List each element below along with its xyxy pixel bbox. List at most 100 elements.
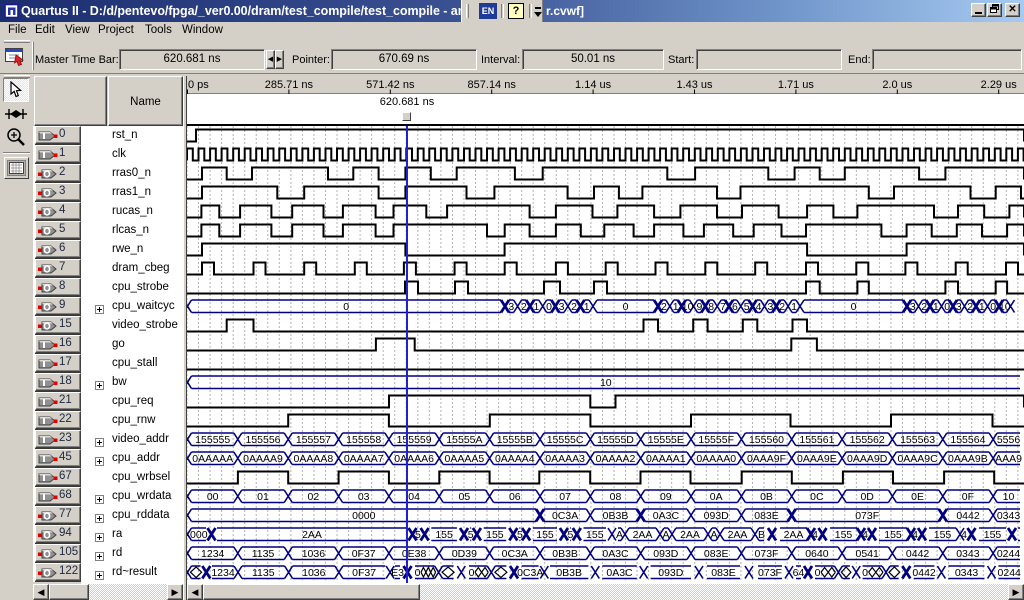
svg-text:2.29 us: 2.29 us [981, 79, 1018, 91]
svg-text:0AAAA8: 0AAAA8 [294, 453, 334, 465]
svg-text:4: 4 [912, 529, 918, 541]
svg-text:0AAAAA: 0AAAAA [192, 453, 233, 465]
svg-text:4: 4 [756, 301, 762, 313]
svg-text:0AAAA0: 0AAAA0 [696, 453, 736, 465]
svg-text:0: 0 [415, 567, 421, 579]
svg-text:155: 155 [586, 529, 604, 541]
svg-text:0541: 0541 [856, 548, 880, 560]
svg-text:A: A [616, 529, 623, 541]
svg-text:A: A [710, 529, 717, 541]
svg-text:0AAAA6: 0AAAA6 [394, 453, 434, 465]
svg-text:A: A [662, 529, 669, 541]
svg-text:1234: 1234 [211, 567, 235, 579]
svg-text:285.71 ns: 285.71 ns [265, 79, 314, 91]
svg-text:155560: 155560 [749, 434, 784, 446]
svg-text:093D: 093D [653, 548, 679, 560]
svg-text:073F: 073F [758, 567, 782, 579]
svg-text:0AAAA3: 0AAAA3 [545, 453, 585, 465]
svg-text:15555E: 15555E [648, 434, 684, 446]
svg-text:0: 0 [623, 301, 629, 313]
svg-text:09: 09 [660, 491, 672, 503]
svg-text:1: 1 [791, 301, 797, 313]
svg-text:0B: 0B [760, 491, 773, 503]
svg-text:155: 155 [835, 529, 853, 541]
svg-text:0442: 0442 [912, 567, 936, 579]
svg-text:0AAAA5: 0AAAA5 [445, 453, 485, 465]
svg-text:06: 06 [509, 491, 521, 503]
svg-text:857.14 ns: 857.14 ns [468, 79, 517, 91]
svg-text:0F: 0F [962, 491, 974, 503]
svg-text:10: 10 [1003, 491, 1015, 503]
svg-text:0: 0 [815, 567, 821, 579]
svg-text:AAA9: AAA9 [995, 453, 1022, 465]
svg-text:05: 05 [459, 491, 471, 503]
svg-text:10: 10 [999, 301, 1011, 313]
svg-text:083E: 083E [711, 567, 736, 579]
svg-text:0343: 0343 [956, 548, 980, 560]
svg-text:03: 03 [358, 491, 370, 503]
svg-text:083E: 083E [704, 548, 729, 560]
svg-text:571.42 ns: 571.42 ns [366, 79, 415, 91]
svg-text:093D: 093D [704, 510, 730, 522]
svg-text:0 ps: 0 ps [188, 79, 209, 91]
svg-text:5: 5 [744, 301, 750, 313]
svg-text:155: 155 [934, 529, 952, 541]
svg-text:0D: 0D [860, 491, 874, 503]
svg-text:5556: 5556 [997, 434, 1021, 446]
svg-text:15555B: 15555B [497, 434, 533, 446]
svg-text:155564: 155564 [950, 434, 985, 446]
svg-text:073F: 073F [755, 548, 779, 560]
svg-text:0AAAA4: 0AAAA4 [495, 453, 535, 465]
svg-text:3: 3 [767, 301, 773, 313]
svg-text:10: 10 [600, 377, 612, 389]
svg-text:1036: 1036 [302, 567, 326, 579]
svg-text:0343: 0343 [997, 510, 1021, 522]
svg-text:2: 2 [779, 301, 785, 313]
svg-text:0640: 0640 [805, 548, 829, 560]
svg-text:0A3C: 0A3C [606, 567, 633, 579]
svg-text:3: 3 [559, 301, 565, 313]
svg-text:1.14 us: 1.14 us [575, 79, 612, 91]
svg-text:155: 155 [435, 529, 453, 541]
svg-text:0: 0 [469, 567, 475, 579]
svg-text:2: 2 [521, 301, 527, 313]
svg-text:155: 155 [984, 529, 1002, 541]
svg-text:2: 2 [661, 301, 667, 313]
svg-text:2: 2 [967, 301, 973, 313]
svg-text:0F37: 0F37 [352, 548, 376, 560]
svg-text:3: 3 [508, 301, 514, 313]
svg-text:2.0 us: 2.0 us [882, 79, 912, 91]
svg-text:0: 0 [343, 301, 349, 313]
svg-text:083E: 083E [754, 510, 779, 522]
svg-text:15555D: 15555D [597, 434, 634, 446]
svg-text:155: 155 [536, 529, 554, 541]
svg-text:0AAA9B: 0AAA9B [948, 453, 988, 465]
svg-text:0442: 0442 [956, 510, 980, 522]
svg-text:1: 1 [673, 301, 679, 313]
svg-text:0000: 0000 [352, 510, 376, 522]
svg-text:1135: 1135 [252, 567, 275, 579]
svg-text:3: 3 [910, 301, 916, 313]
svg-text:4: 4 [812, 529, 818, 541]
svg-text:4: 4 [862, 529, 868, 541]
svg-text:15555F: 15555F [698, 434, 734, 446]
svg-text:1.43 us: 1.43 us [676, 79, 713, 91]
svg-text:0AAAA2: 0AAAA2 [596, 453, 636, 465]
svg-text:2AA: 2AA [633, 529, 653, 541]
svg-text:1: 1 [933, 301, 939, 313]
svg-text:00: 00 [207, 491, 219, 503]
svg-text:4: 4 [961, 529, 967, 541]
svg-text:155562: 155562 [850, 434, 885, 446]
svg-text:1: 1 [979, 301, 985, 313]
svg-text:155559: 155559 [397, 434, 432, 446]
svg-text:5: 5 [415, 529, 421, 541]
svg-text:0E: 0E [911, 491, 924, 503]
svg-text:0: 0 [990, 301, 996, 313]
svg-text:15555C: 15555C [547, 434, 584, 446]
svg-text:8: 8 [708, 301, 714, 313]
svg-text:5: 5 [567, 529, 573, 541]
svg-text:155556: 155556 [245, 434, 280, 446]
svg-text:01: 01 [257, 491, 269, 503]
svg-text:0: 0 [862, 567, 868, 579]
svg-text:0C3A: 0C3A [517, 567, 543, 579]
